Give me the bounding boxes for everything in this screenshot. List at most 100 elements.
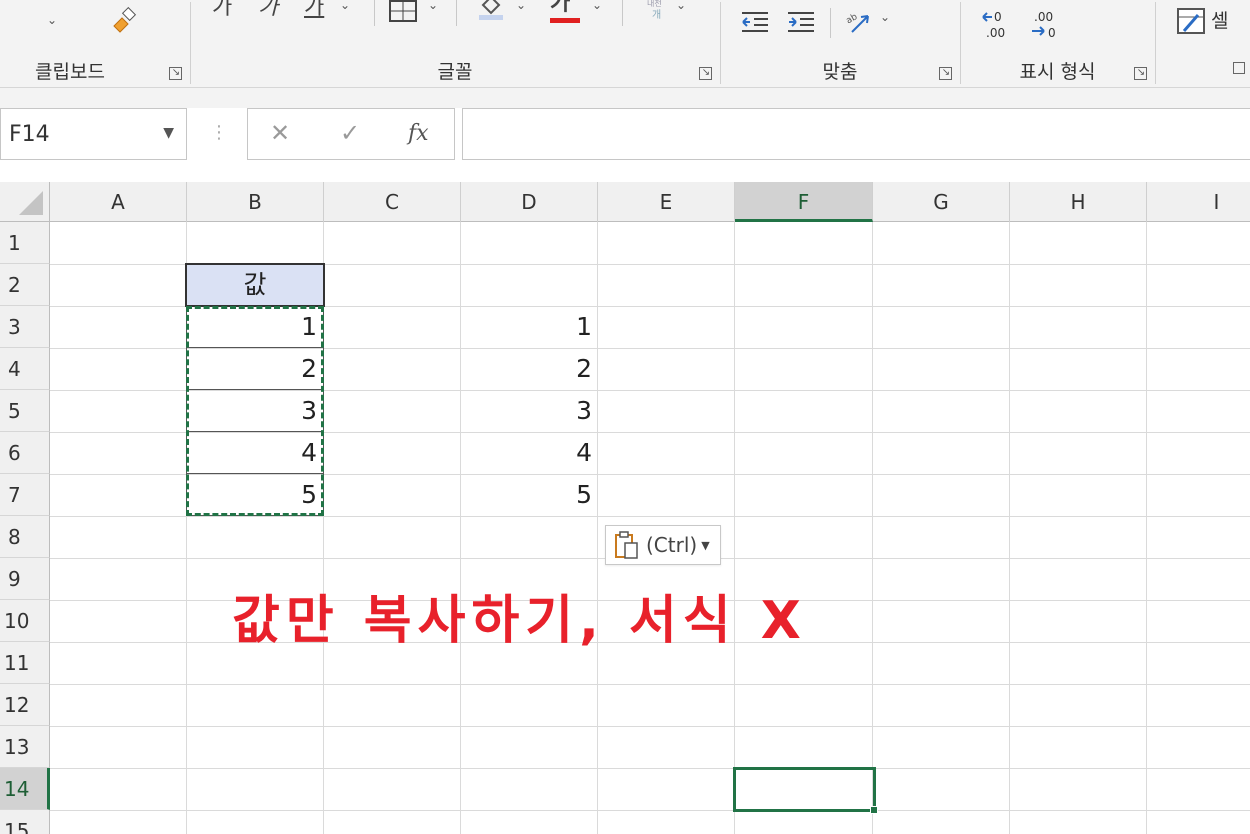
column-header-a[interactable]: A xyxy=(50,182,187,222)
name-box-value: F14 xyxy=(9,121,50,147)
grid-line xyxy=(872,222,873,834)
select-all-button[interactable] xyxy=(0,182,50,222)
column-header-g[interactable]: G xyxy=(873,182,1010,222)
clipboard-launcher-icon[interactable] xyxy=(169,67,182,80)
cell-styles-icon[interactable] xyxy=(1175,6,1207,36)
column-headers: A B C D E F G H I xyxy=(0,182,1250,222)
row-header-5[interactable]: 5 xyxy=(0,390,50,432)
paste-options-label: (Ctrl) xyxy=(646,533,698,557)
phonetic-icon[interactable]: 내천 개 xyxy=(642,0,672,22)
grid-line xyxy=(50,726,1250,727)
alignment-group: ab ⌄ 맞춤 xyxy=(720,0,960,87)
font-color-swatch xyxy=(550,18,580,23)
row-header-15[interactable]: 15 xyxy=(0,810,50,834)
underline-dropdown-chevron-icon[interactable]: ⌄ xyxy=(340,0,350,12)
font-group-label: 글꼴 xyxy=(437,61,473,83)
borders-dropdown-chevron-icon[interactable]: ⌄ xyxy=(428,0,438,12)
cell-b4[interactable]: 2 xyxy=(186,348,324,390)
row-header-3[interactable]: 3 xyxy=(0,306,50,348)
grid-line xyxy=(734,222,735,834)
grid-line xyxy=(50,516,1250,517)
fill-color-dropdown-chevron-icon[interactable]: ⌄ xyxy=(516,0,526,12)
paste-options-button[interactable]: (Ctrl) ▼ xyxy=(605,525,721,565)
ribbon-separator xyxy=(374,0,375,26)
font-color-dropdown-chevron-icon[interactable]: ⌄ xyxy=(592,0,602,12)
orientation-dropdown-chevron-icon[interactable]: ⌄ xyxy=(880,10,890,24)
grid-line xyxy=(50,684,1250,685)
grid-line xyxy=(1146,222,1147,834)
font-launcher-icon[interactable] xyxy=(699,67,712,80)
row-header-8[interactable]: 8 xyxy=(0,516,50,558)
clipboard-paste-icon xyxy=(614,530,640,560)
cell-d4[interactable]: 2 xyxy=(460,348,598,390)
row-header-11[interactable]: 11 xyxy=(0,642,50,684)
row-header-13[interactable]: 13 xyxy=(0,726,50,768)
number-group-label: 표시 형식 xyxy=(1019,61,1096,83)
formula-bar-buttons: ✕ ✓ fx xyxy=(247,108,455,160)
fill-handle[interactable] xyxy=(870,806,878,814)
svg-text:.00: .00 xyxy=(1034,10,1053,24)
row-header-6[interactable]: 6 xyxy=(0,432,50,474)
cell-b3[interactable]: 1 xyxy=(186,306,324,348)
insert-function-icon[interactable]: fx xyxy=(408,121,429,146)
fill-color-icon[interactable] xyxy=(476,0,506,22)
column-header-b[interactable]: B xyxy=(187,182,324,222)
svg-text:개: 개 xyxy=(652,9,661,20)
formula-input[interactable] xyxy=(462,108,1250,160)
cell-d5[interactable]: 3 xyxy=(460,390,598,432)
row-header-7[interactable]: 7 xyxy=(0,474,50,516)
number-launcher-icon[interactable] xyxy=(1134,67,1147,80)
cell-b7[interactable]: 5 xyxy=(186,474,324,516)
active-cell-f14[interactable] xyxy=(733,767,876,812)
svg-text:.00: .00 xyxy=(986,26,1005,39)
ribbon-separator xyxy=(456,0,457,26)
name-box-dropdown-icon[interactable]: ▼ xyxy=(163,125,174,141)
format-painter-icon[interactable] xyxy=(106,4,140,38)
column-header-e[interactable]: E xyxy=(598,182,735,222)
row-header-12[interactable]: 12 xyxy=(0,684,50,726)
cell-b6[interactable]: 4 xyxy=(186,432,324,474)
font-group: 가 가 가 ⌄ ⌄ ⌄ 가 ⌄ 내천 개 ⌄ 글꼴 xyxy=(190,0,720,87)
column-header-i[interactable]: I xyxy=(1147,182,1250,222)
column-header-f[interactable]: F xyxy=(735,182,873,222)
orientation-icon[interactable]: ab xyxy=(844,6,874,36)
decrease-decimal-icon[interactable]: .00 0 xyxy=(1028,6,1062,40)
grid-line xyxy=(50,768,1250,769)
formula-bar-grip-icon[interactable]: ⋮ xyxy=(210,122,228,143)
column-header-h[interactable]: H xyxy=(1010,182,1147,222)
cell-b5[interactable]: 3 xyxy=(186,390,324,432)
row-header-9[interactable]: 9 xyxy=(0,558,50,600)
increase-decimal-icon[interactable]: 0.00 xyxy=(980,6,1014,40)
phonetic-dropdown-chevron-icon[interactable]: ⌄ xyxy=(676,0,686,12)
borders-icon[interactable] xyxy=(388,0,418,26)
cell-d7[interactable]: 5 xyxy=(460,474,598,516)
font-color-button[interactable]: 가 xyxy=(550,0,570,16)
cell-d3[interactable]: 1 xyxy=(460,306,598,348)
enter-icon[interactable]: ✓ xyxy=(340,119,360,147)
cells-launcher-icon[interactable] xyxy=(1233,62,1245,74)
row-header-2[interactable]: 2 xyxy=(0,264,50,306)
ribbon-separator xyxy=(830,8,831,38)
chevron-down-icon: ▼ xyxy=(701,538,710,552)
cells-label[interactable]: 셀 xyxy=(1211,6,1228,33)
row-header-14[interactable]: 14 xyxy=(0,768,50,810)
increase-indent-icon[interactable] xyxy=(786,8,816,36)
row-header-1[interactable]: 1 xyxy=(0,222,50,264)
alignment-launcher-icon[interactable] xyxy=(939,67,952,80)
cancel-icon[interactable]: ✕ xyxy=(270,119,290,147)
row-header-4[interactable]: 4 xyxy=(0,348,50,390)
italic-button[interactable]: 가 xyxy=(258,0,278,20)
formula-bar-top-strip xyxy=(0,88,1250,108)
clipboard-group: ⌄ 클립보드 xyxy=(0,0,190,87)
grid-line xyxy=(1009,222,1010,834)
cell-d6[interactable]: 4 xyxy=(460,432,598,474)
row-header-10[interactable]: 10 xyxy=(0,600,50,642)
paste-dropdown-chevron-icon[interactable]: ⌄ xyxy=(40,8,64,32)
cell-b2[interactable]: 값 xyxy=(185,263,325,307)
underline-button[interactable]: 가 xyxy=(304,0,324,20)
decrease-indent-icon[interactable] xyxy=(740,8,770,36)
name-box[interactable]: F14 ▼ xyxy=(0,108,187,160)
column-header-c[interactable]: C xyxy=(324,182,461,222)
column-header-d[interactable]: D xyxy=(461,182,598,222)
bold-button[interactable]: 가 xyxy=(212,0,232,20)
